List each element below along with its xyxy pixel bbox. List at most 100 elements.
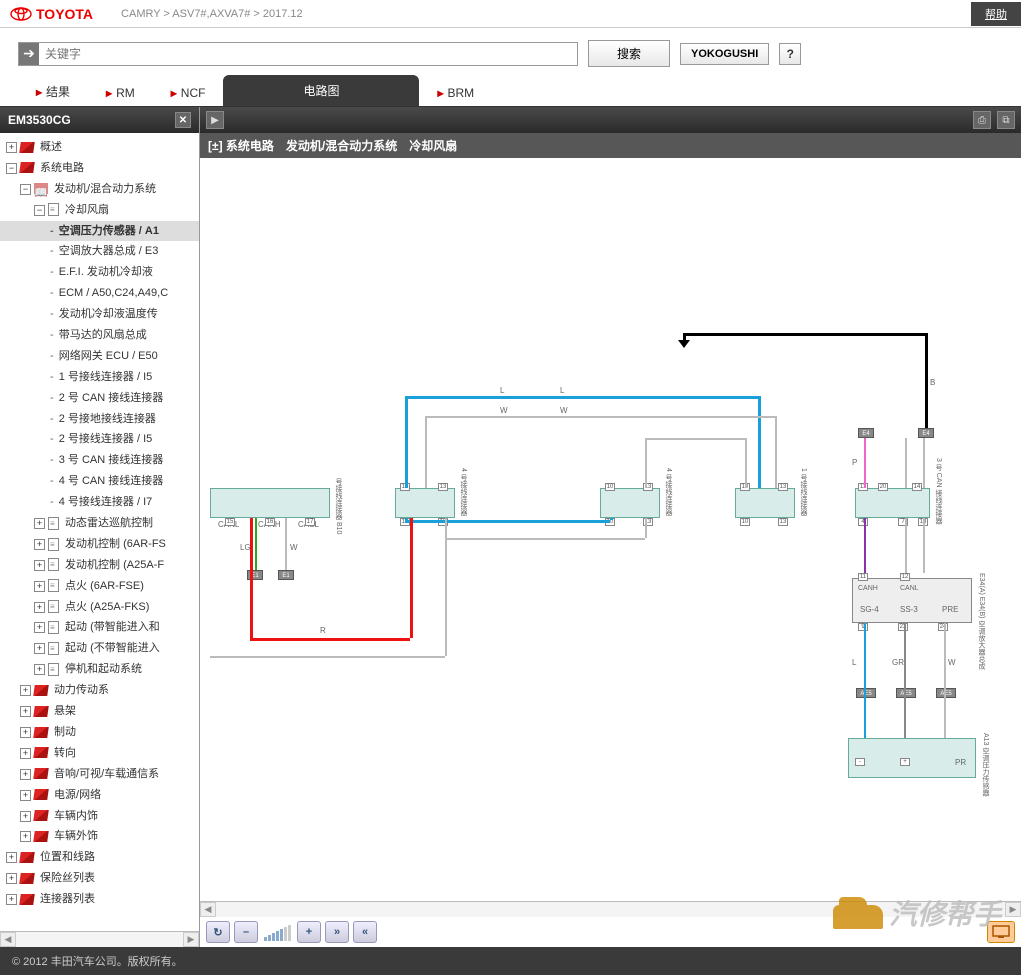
tree-node[interactable]: - 发动机冷却液温度传 (0, 304, 199, 325)
sidebar-header: EM3530CG ✕ (0, 107, 199, 133)
tab-result-label: 结果 (46, 85, 70, 99)
wire (745, 438, 747, 488)
wire-label: P (852, 458, 857, 467)
tree-node[interactable]: + 动力传动系 (0, 680, 199, 701)
tab-rm[interactable]: ▸RM (88, 80, 153, 106)
tree-node[interactable]: - 带马达的风扇总成 (0, 325, 199, 346)
tree-node[interactable]: - 1 号接线连接器 / I5 (0, 367, 199, 388)
tree-node[interactable]: + 悬架 (0, 701, 199, 722)
wire-label: L (560, 386, 564, 395)
zoom-in-icon[interactable]: + (297, 921, 321, 943)
conn-label: E34(A) E34(B) 空调放大器总成 (976, 573, 986, 669)
tree-node[interactable]: + 发动机控制 (6AR-FS (0, 534, 199, 555)
pin-label: SS-3 (900, 605, 918, 614)
tree-node[interactable]: + 发动机控制 (A25A-F (0, 555, 199, 576)
tree-node[interactable]: + 点火 (6AR-FSE) (0, 576, 199, 597)
wire (445, 538, 645, 540)
wire (285, 518, 287, 570)
search-arrow-icon[interactable]: ➔ (19, 43, 39, 65)
search-button[interactable]: 搜索 (588, 40, 670, 67)
wire-label: W (500, 406, 508, 415)
tree-node[interactable]: + 音响/可视/车载通信系 (0, 764, 199, 785)
fast-forward-icon[interactable]: » (325, 921, 349, 943)
wire (250, 638, 410, 641)
print-icon[interactable]: ⎙ (973, 111, 991, 129)
newwin-icon[interactable]: ⧉ (997, 111, 1015, 129)
tree-node[interactable]: + 位置和线路 (0, 847, 199, 868)
tree-node[interactable]: - 2 号接地接线连接器 (0, 409, 199, 430)
tree-node[interactable]: - 4 号接线连接器 / I7 (0, 492, 199, 513)
breadcrumb[interactable]: CAMRY > ASV7#,AXVA7# > 2017.12 (103, 8, 303, 20)
sidebar-hscroll[interactable]: ◀ ▶ (0, 931, 199, 947)
play-icon[interactable]: ▶ (206, 111, 224, 129)
wiring-diagram[interactable]: CANLCANHCASLSG-4SS-3PREPRCANHCANL号接线连接器 … (200, 158, 1021, 901)
scroll-track[interactable] (16, 932, 183, 947)
tree-node[interactable]: + 概述 (0, 137, 199, 158)
refresh-icon[interactable]: ↻ (206, 921, 230, 943)
pin-label: CANL (900, 585, 919, 592)
tree-node[interactable]: + 车辆外饰 (0, 826, 199, 847)
tree-node[interactable]: - 3 号 CAN 接线连接器 (0, 450, 199, 471)
tree-node[interactable]: + 转向 (0, 743, 199, 764)
tab-wiring[interactable]: 电路图 (223, 75, 419, 106)
tree-node[interactable]: - 空调压力传感器 / A1 (0, 221, 199, 242)
scroll-left-icon[interactable]: ◀ (200, 902, 216, 917)
doc-code: EM3530CG (8, 113, 71, 127)
pin: + (900, 758, 910, 766)
screen-icon[interactable] (987, 921, 1015, 943)
zoom-toolbar: ↻ – + » « (200, 917, 1021, 947)
tree-node[interactable]: + 起动 (不带智能进入 (0, 638, 199, 659)
wire (645, 518, 647, 538)
main-toolbar: ▶ ⎙ ⧉ (200, 107, 1021, 133)
tree-node[interactable]: - 空调放大器总成 / E3 (0, 241, 199, 262)
tree-node[interactable]: + 起动 (带智能进入和 (0, 617, 199, 638)
tree-node[interactable]: + 停机和起动系统 (0, 659, 199, 680)
scroll-left-icon[interactable]: ◀ (0, 932, 16, 947)
help-icon[interactable]: ? (779, 43, 801, 65)
tree-node[interactable]: − 系统电路 (0, 158, 199, 179)
tree-node[interactable]: + 电源/网络 (0, 785, 199, 806)
tab-result[interactable]: ▸结果 (18, 77, 88, 106)
scroll-right-icon[interactable]: ▶ (1005, 902, 1021, 917)
wire (775, 416, 777, 488)
tree-node[interactable]: - 网络网关 ECU / E50 (0, 346, 199, 367)
tree-node[interactable]: - 4 号 CAN 接线连接器 (0, 471, 199, 492)
pin: 16 (265, 518, 275, 526)
rewind-icon[interactable]: « (353, 921, 377, 943)
chip: AE5 (936, 688, 956, 698)
help-link[interactable]: 帮助 (971, 2, 1021, 26)
wire-label: W (948, 658, 956, 667)
wire (925, 333, 928, 428)
pin: 17 (305, 518, 315, 526)
tree-node[interactable]: - 2 号 CAN 接线连接器 (0, 388, 199, 409)
scroll-right-icon[interactable]: ▶ (183, 932, 199, 947)
wire (864, 623, 866, 738)
pin-label: SG-4 (860, 605, 879, 614)
close-sidebar-icon[interactable]: ✕ (175, 112, 191, 128)
tree-node[interactable]: + 动态雷达巡航控制 (0, 513, 199, 534)
tree-node[interactable]: - ECM / A50,C24,A49,C (0, 283, 199, 304)
zoom-level-bars[interactable] (262, 923, 293, 941)
scroll-track[interactable] (216, 902, 1005, 917)
tree-node[interactable]: + 点火 (A25A-FKS) (0, 597, 199, 618)
tree-node[interactable]: - E.F.I. 发动机冷却液 (0, 262, 199, 283)
tab-ncf[interactable]: ▸NCF (153, 80, 224, 106)
tree-node[interactable]: + 保险丝列表 (0, 868, 199, 889)
tree-node[interactable]: - 2 号接线连接器 / I5 (0, 429, 199, 450)
tree-node[interactable]: −📖 发动机/混合动力系统 (0, 179, 199, 200)
tree-node[interactable]: + 车辆内饰 (0, 806, 199, 827)
tree-node[interactable]: − 冷却风扇 (0, 200, 199, 221)
tab-brm[interactable]: ▸BRM (419, 80, 492, 106)
sidebar: EM3530CG ✕ + 概述− 系统电路−📖 发动机/混合动力系统− 冷却风扇… (0, 107, 200, 947)
wire (864, 438, 866, 488)
main-hscroll[interactable]: ◀ ▶ (200, 901, 1021, 917)
zoom-out-icon[interactable]: – (234, 921, 258, 943)
pin-label: CANH (858, 585, 878, 592)
tree-node[interactable]: + 连接器列表 (0, 889, 199, 910)
search-input[interactable] (39, 47, 577, 61)
nav-tree[interactable]: + 概述− 系统电路−📖 发动机/混合动力系统− 冷却风扇- 空调压力传感器 /… (0, 133, 199, 931)
yokogushi-button[interactable]: YOKOGUSHI (680, 43, 769, 65)
body: EM3530CG ✕ + 概述− 系统电路−📖 发动机/混合动力系统− 冷却风扇… (0, 107, 1021, 947)
connector-B4 (735, 488, 795, 518)
tree-node[interactable]: + 制动 (0, 722, 199, 743)
